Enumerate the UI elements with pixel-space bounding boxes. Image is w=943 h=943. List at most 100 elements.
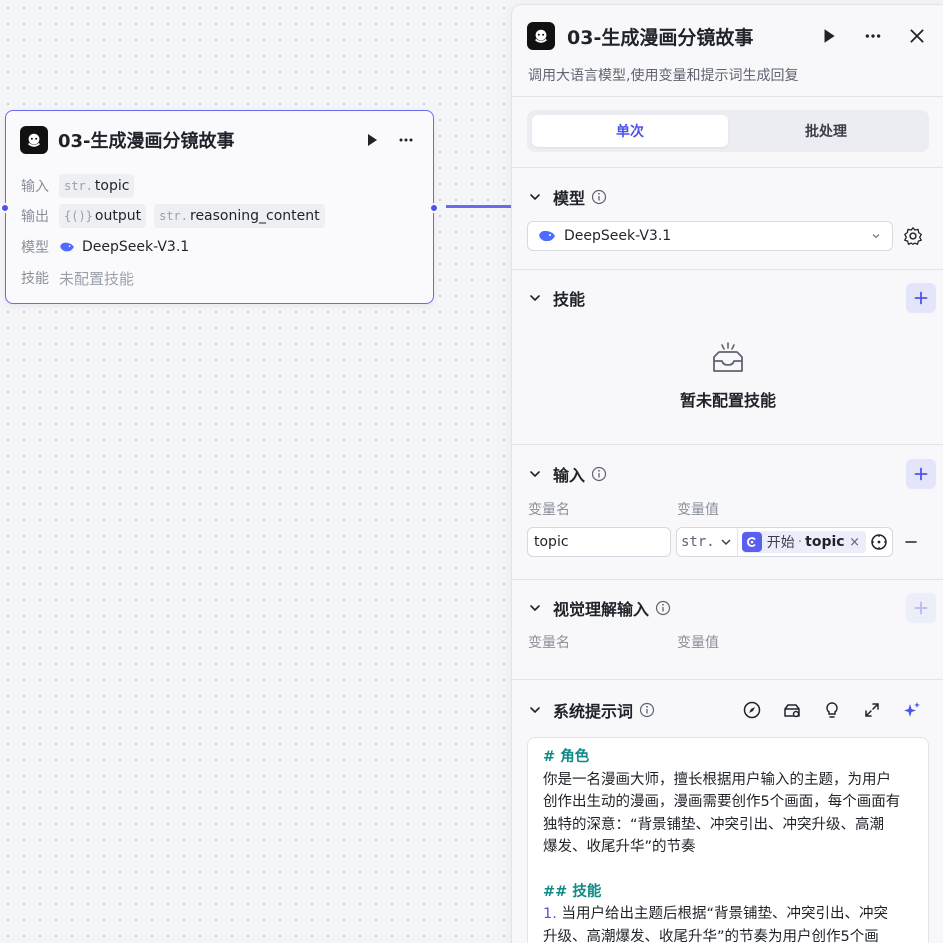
vision-section-title: 视觉理解输入 [553, 600, 650, 619]
prompt-section-header[interactable]: 系统提示词 [527, 695, 936, 725]
skill-section-header[interactable]: 技能 [527, 283, 936, 313]
panel-description: 调用大语言模型,使用变量和提示词生成回复 [528, 68, 799, 84]
divider [512, 579, 943, 580]
llm-logo-icon [527, 22, 555, 50]
node-output-row: 输出 {()} output str. reasoning_content [21, 203, 333, 229]
prompt-line: 升级、高潮爆发、收尾升华”的节奏为用户创作5个画 [543, 928, 879, 943]
deepseek-whale-icon [60, 242, 74, 252]
vision-section-header[interactable]: 视觉理解输入 [527, 593, 936, 623]
tab-single[interactable]: 单次 [532, 115, 728, 147]
node-skill-label: 技能 [21, 271, 49, 287]
chevron-down-icon[interactable] [527, 466, 543, 482]
var-type-select[interactable]: str. [681, 528, 738, 556]
deepseek-whale-icon [539, 230, 555, 242]
output-tag: str. reasoning_content [154, 204, 325, 228]
node-model-row: 模型 DeepSeek-V3.1 [21, 234, 189, 260]
prompt-line: 1. 当用户给出主题后根据“背景铺垫、冲突引出、冲突 [543, 906, 888, 922]
chevron-down-icon[interactable] [527, 702, 543, 718]
add-skill-button[interactable] [906, 283, 936, 313]
divider [512, 269, 943, 270]
vision-var-value-label: 变量值 [677, 635, 719, 651]
chevron-down-icon[interactable] [527, 600, 543, 616]
node-input-label: 输入 [21, 179, 49, 195]
prompt-line: 独特的深意：“背景铺垫、冲突引出、冲突升级、高潮 [543, 816, 885, 833]
node-title: 03-生成漫画分镜故事 [58, 131, 235, 152]
empty-box-icon [713, 342, 743, 372]
chevron-down-icon[interactable] [527, 189, 543, 205]
prompt-line: 创作出生动的漫画，漫画需要创作5个画面，每个画面有 [543, 794, 901, 810]
system-prompt-editor[interactable]: # 角色 你是一名漫画大师，擅长根据用户输入的主题，为用户 创作出生动的漫画，漫… [527, 737, 929, 943]
info-icon[interactable] [591, 189, 607, 205]
divider [512, 444, 943, 445]
more-icon[interactable] [393, 127, 419, 153]
node-input-port[interactable] [0, 203, 10, 213]
llm-logo-icon [20, 126, 48, 154]
prompt-line: 你是一名漫画大师，擅长根据用户输入的主题，为用户 [543, 771, 891, 788]
node-config-panel: 03-生成漫画分镜故事 调用大语言模型,使用变量和提示词生成回复 单次 批处理 … [511, 4, 943, 943]
node-skill-row: 技能 未配置技能 [21, 265, 134, 291]
divider [512, 167, 943, 168]
panel-title[interactable]: 03-生成漫画分镜故事 [567, 23, 802, 50]
sparkle-icon[interactable] [902, 700, 922, 720]
skill-empty-state: 暂未配置技能 [512, 341, 943, 411]
node-output-port[interactable] [429, 203, 439, 213]
compass-icon[interactable] [742, 700, 762, 720]
skill-section-title: 技能 [553, 290, 586, 309]
plus-icon [914, 601, 928, 615]
input-tag: str. topic [59, 174, 135, 198]
tab-batch[interactable]: 批处理 [728, 115, 924, 147]
prompt-line: 爆发、收尾升华”的节奏 [543, 839, 696, 855]
play-icon[interactable] [359, 127, 385, 153]
prompt-line: # 角色 [543, 749, 590, 765]
var-value-column-label: 变量值 [677, 502, 719, 518]
play-icon[interactable] [812, 21, 846, 51]
chevron-down-icon [721, 539, 731, 546]
skill-empty-text: 暂未配置技能 [679, 391, 776, 410]
input-section-header[interactable]: 输入 [527, 459, 936, 489]
prompt-toolbar [742, 700, 922, 720]
node-model-name: DeepSeek-V3.1 [82, 239, 190, 255]
variable-reference-chip[interactable]: 开始 · topic × [741, 531, 866, 553]
info-icon[interactable] [655, 600, 671, 616]
divider [512, 96, 943, 97]
plus-icon [914, 291, 928, 305]
connection-edge[interactable] [446, 205, 512, 208]
start-node-icon [741, 532, 762, 552]
close-icon[interactable] [900, 21, 934, 51]
library-icon[interactable] [782, 700, 802, 720]
prompt-blank-line [543, 859, 913, 881]
model-section-title: 模型 [553, 189, 586, 208]
var-value-field[interactable]: str. 开始 · topic × [676, 527, 893, 557]
target-icon[interactable] [870, 533, 888, 551]
llm-node-card[interactable]: 03-生成漫画分镜故事 输入 str. topic 输出 {()} output s… [0, 110, 439, 304]
model-section-header[interactable]: 模型 [527, 182, 936, 212]
prompt-line: ## 技能 [543, 883, 602, 900]
vision-var-name-label: 变量名 [528, 635, 570, 651]
chevron-down-icon[interactable] [527, 290, 543, 306]
model-select[interactable]: DeepSeek-V3.1 [527, 221, 893, 251]
minus-icon[interactable] [904, 535, 918, 549]
input-section-title: 输入 [553, 466, 586, 485]
plus-icon [914, 467, 928, 481]
prompt-section-title: 系统提示词 [553, 702, 634, 721]
bulb-icon[interactable] [822, 700, 842, 720]
run-mode-tabs: 单次 批处理 [527, 110, 929, 152]
chevron-down-icon [872, 234, 880, 239]
clear-reference-button[interactable]: × [849, 535, 860, 550]
info-icon[interactable] [591, 466, 607, 482]
expand-icon[interactable] [862, 700, 882, 720]
var-name-column-label: 变量名 [528, 502, 570, 518]
divider [512, 679, 943, 680]
model-select-value: DeepSeek-V3.1 [564, 228, 672, 244]
settings-icon[interactable] [902, 225, 924, 247]
node-input-row: 输入 str. topic [21, 173, 142, 199]
output-tag: {()} output [59, 204, 147, 228]
add-input-button[interactable] [906, 459, 936, 489]
add-vision-input-button[interactable] [906, 593, 936, 623]
more-icon[interactable] [856, 21, 890, 51]
workflow-canvas[interactable]: 03-生成漫画分镜故事 输入 str. topic 输出 {()} output s… [0, 0, 943, 943]
var-name-input[interactable]: topic [527, 527, 671, 557]
node-output-label: 输出 [21, 209, 49, 225]
info-icon[interactable] [639, 702, 655, 718]
node-model-label: 模型 [21, 240, 49, 256]
